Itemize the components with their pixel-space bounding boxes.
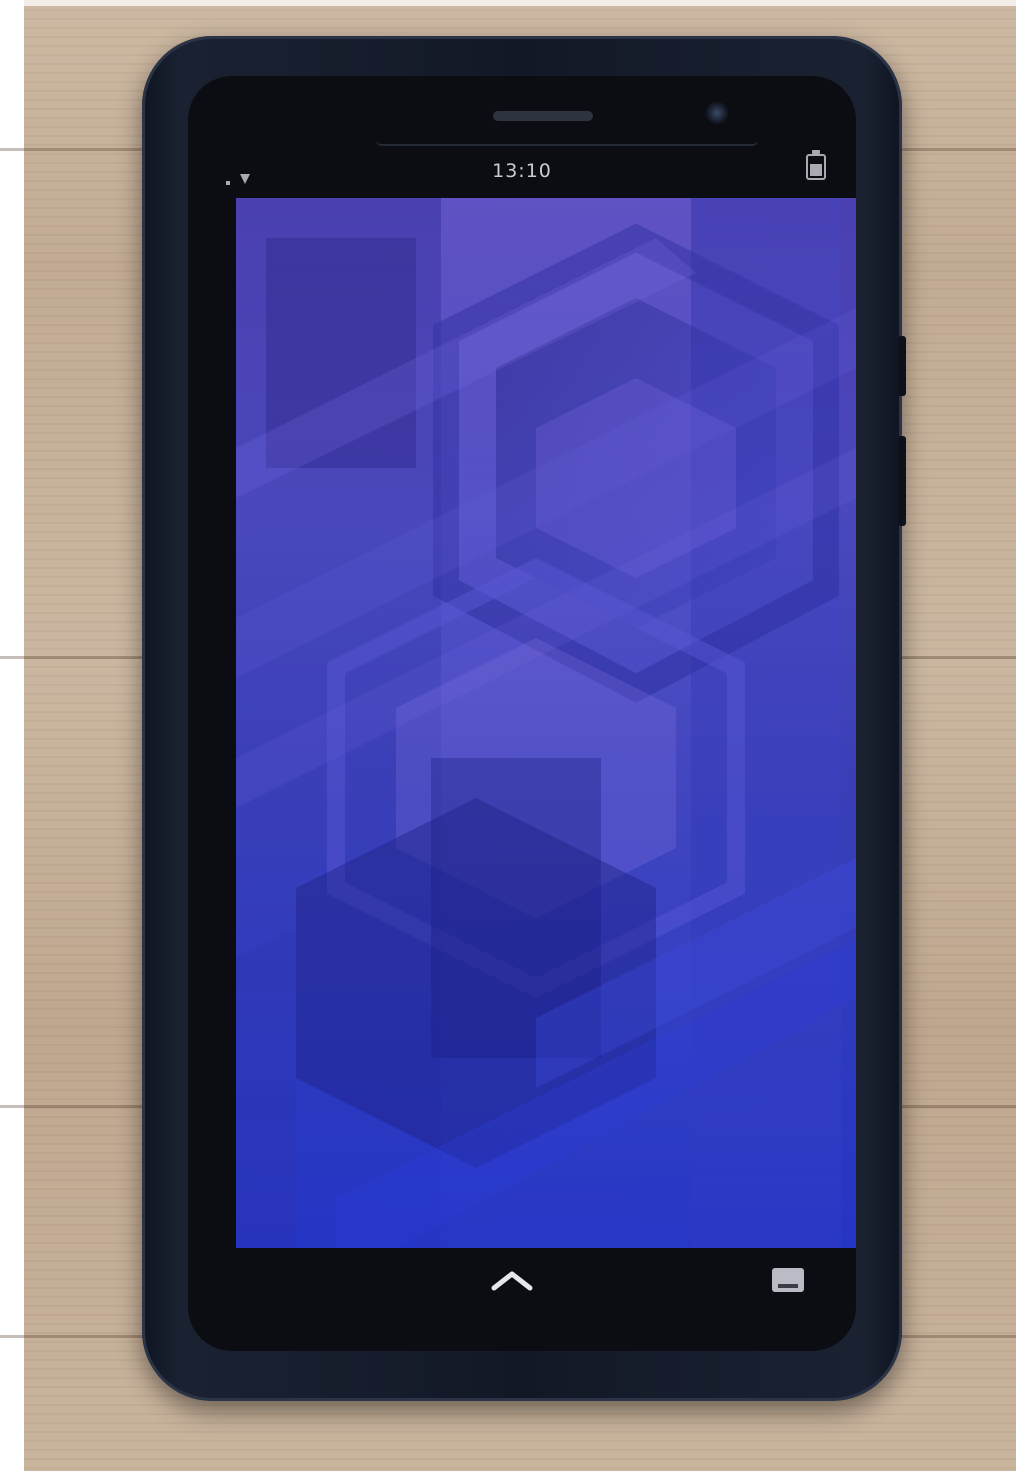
volume-button[interactable] xyxy=(898,336,906,396)
photo-border-top xyxy=(0,0,1016,6)
navigation-bar xyxy=(188,1248,856,1328)
power-button[interactable] xyxy=(898,436,906,526)
home-wallpaper[interactable] xyxy=(236,198,856,1248)
front-camera xyxy=(706,102,728,124)
wallpaper-hexagon-pattern xyxy=(236,198,856,1248)
photo-border-left xyxy=(0,0,24,1471)
status-clock: 13:10 xyxy=(492,160,552,182)
phone-device: 13:10 xyxy=(142,36,906,1401)
earpiece-speaker xyxy=(493,111,593,121)
status-bar: 13:10 xyxy=(188,150,856,198)
chevron-up-icon[interactable] xyxy=(488,1266,536,1294)
keyboard-icon[interactable] xyxy=(772,1268,804,1292)
battery-icon xyxy=(806,150,826,180)
phone-bezel: 13:10 xyxy=(188,76,856,1351)
